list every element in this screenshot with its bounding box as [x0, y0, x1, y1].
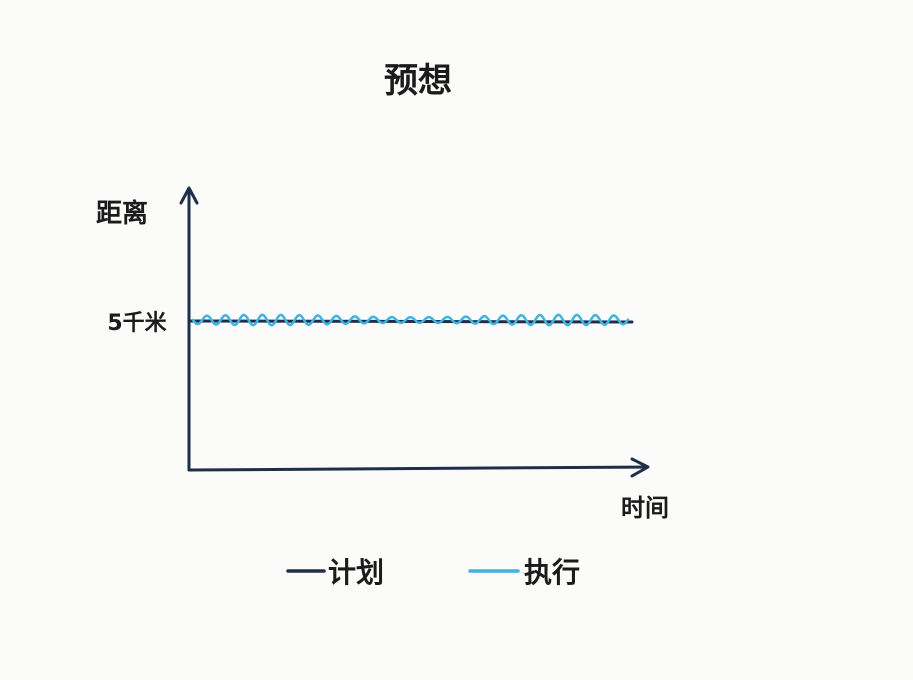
- y-axis-label: 距离: [96, 198, 148, 229]
- legend-label-plan: 计划: [328, 556, 384, 589]
- x-axis: [187, 465, 649, 472]
- legend-label-execution: 执行: [524, 556, 580, 589]
- y-tick-label: 5千米: [107, 311, 167, 336]
- chart: 预想 距离 时间 5千米 计划 执行: [96, 61, 669, 589]
- legend: 计划 执行: [286, 556, 580, 589]
- chart-title: 预想: [384, 61, 452, 101]
- x-axis-label: 时间: [621, 494, 669, 522]
